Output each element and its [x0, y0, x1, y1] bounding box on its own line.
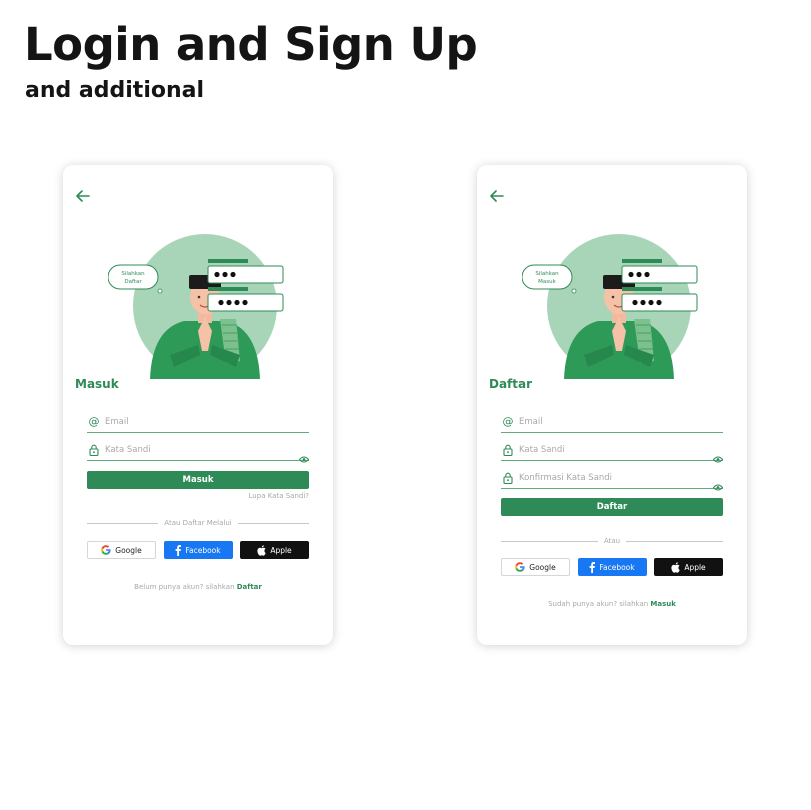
- divider-label: Atau Daftar Melalui: [164, 519, 232, 527]
- eye-icon[interactable]: [298, 448, 310, 462]
- apple-logo-icon: [257, 544, 267, 556]
- divider-line: [237, 522, 309, 524]
- social-login-row: Google Facebook Apple: [87, 541, 309, 559]
- facebook-logo-icon: [589, 561, 596, 573]
- facebook-button[interactable]: Facebook: [163, 541, 233, 559]
- social-login-row: Google Facebook Apple: [501, 558, 723, 576]
- signup-card: Silahkan Masuk Daftar @ Email Daftar Ata…: [477, 165, 747, 645]
- google-button[interactable]: Google: [501, 558, 570, 576]
- svg-text:Silahkan: Silahkan: [121, 271, 145, 277]
- divider-line: [626, 540, 724, 542]
- at-sign-icon: @: [502, 415, 514, 428]
- at-sign-icon: @: [88, 415, 100, 428]
- signup-button[interactable]: Daftar: [501, 498, 723, 516]
- page-title: Login and Sign Up: [24, 18, 478, 71]
- email-field[interactable]: @: [501, 411, 723, 433]
- google-label: Google: [115, 545, 142, 555]
- svg-text:Daftar: Daftar: [124, 279, 142, 285]
- welcome-illustration: Silahkan Masuk: [521, 233, 702, 379]
- google-label: Google: [529, 562, 556, 572]
- apple-button[interactable]: Apple: [654, 558, 723, 576]
- signup-prompt-text: Belum punya akun? silahkan: [134, 583, 235, 591]
- apple-label: Apple: [684, 562, 706, 572]
- divider-line: [87, 522, 159, 524]
- social-divider: Atau Daftar Melalui: [87, 519, 309, 527]
- facebook-logo-icon: [175, 544, 182, 556]
- screen-title: Daftar: [489, 377, 533, 391]
- forgot-password-link[interactable]: Lupa Kata Sandi?: [249, 492, 309, 500]
- signup-link[interactable]: Daftar: [237, 583, 262, 591]
- signup-prompt: Belum punya akun? silahkan Daftar: [63, 583, 333, 591]
- email-field[interactable]: @: [87, 411, 309, 433]
- padlock-icon: [501, 471, 515, 485]
- confirm-password-input[interactable]: [519, 472, 713, 483]
- google-logo-icon: [515, 562, 525, 572]
- svg-text:Masuk: Masuk: [538, 279, 556, 285]
- password-field[interactable]: [87, 439, 310, 462]
- welcome-illustration: Silahkan Daftar: [107, 233, 288, 379]
- social-divider: Atau: [501, 537, 724, 545]
- arrow-left-icon[interactable]: [490, 190, 506, 204]
- arrow-left-icon[interactable]: [76, 190, 92, 204]
- apple-label: Apple: [270, 545, 292, 555]
- padlock-icon: [501, 443, 515, 457]
- facebook-button[interactable]: Facebook: [577, 558, 647, 576]
- padlock-icon: [87, 443, 101, 457]
- password-field[interactable]: [501, 439, 724, 462]
- apple-button[interactable]: Apple: [240, 541, 309, 559]
- email-input[interactable]: [519, 416, 723, 427]
- page-subtitle: and additional: [25, 78, 205, 103]
- login-prompt-text: Sudah punya akun? silahkan: [548, 600, 649, 608]
- facebook-label: Facebook: [185, 545, 221, 555]
- eye-icon[interactable]: [712, 448, 724, 462]
- google-button[interactable]: Google: [87, 541, 156, 559]
- password-input[interactable]: [519, 444, 713, 455]
- login-card: Silahkan Daftar Masuk @ Mas: [63, 165, 333, 645]
- google-logo-icon: [101, 545, 111, 555]
- confirm-password-field[interactable]: [501, 467, 724, 490]
- login-button[interactable]: Masuk: [87, 471, 309, 489]
- divider-line: [501, 540, 598, 542]
- login-link[interactable]: Masuk: [650, 600, 676, 608]
- svg-text:Silahkan: Silahkan: [535, 271, 559, 277]
- password-input[interactable]: [105, 444, 299, 455]
- apple-logo-icon: [671, 561, 681, 573]
- login-prompt: Sudah punya akun? silahkan Masuk: [477, 600, 747, 608]
- divider-label: Atau: [603, 537, 621, 545]
- facebook-label: Facebook: [599, 562, 635, 572]
- screen-title: Masuk: [75, 377, 119, 391]
- email-input[interactable]: [105, 416, 309, 427]
- eye-icon[interactable]: [712, 476, 724, 490]
